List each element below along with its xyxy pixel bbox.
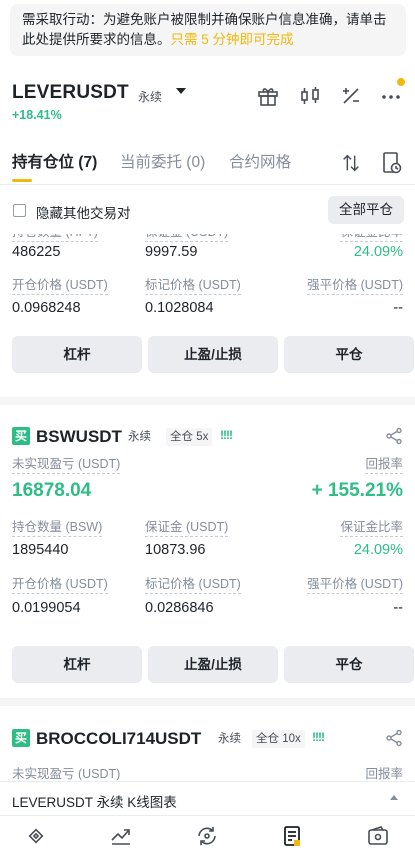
wallet-icon[interactable] [366, 824, 390, 848]
mark-price-label: 标记价格 (USDT) [145, 576, 241, 594]
margin-ratio-value: 24.09% [353, 244, 403, 260]
margin-label: 保证金 (USDT) [145, 234, 229, 242]
liq-price-value: -- [393, 300, 403, 316]
filter-row: 隐藏其他交易对 全部平仓 [0, 196, 415, 226]
symbol-title[interactable]: LEVERUSDT [12, 82, 129, 104]
notification-dot [397, 78, 405, 86]
roe-label: 回报率 [365, 766, 403, 780]
tpsl-button[interactable]: 止盈/止损 [148, 646, 278, 683]
candlestick-icon[interactable] [298, 84, 322, 108]
chevron-down-icon[interactable] [176, 88, 186, 94]
futures-icon[interactable] [280, 824, 304, 848]
position-symbol[interactable]: BSWUSDT [36, 427, 122, 447]
liq-price-label: 强平价格 (USDT) [307, 576, 403, 594]
perp-tag: 永续 [128, 431, 151, 443]
price-change: +18.41% [12, 108, 62, 122]
margin-ratio-label: 保证金比率 [340, 234, 403, 242]
position-symbol[interactable]: BROCCOLI714USDT [36, 729, 201, 749]
qty-value: 486225 [12, 244, 61, 260]
margin-label: 保证金 (USDT) [145, 519, 229, 537]
leverage-button[interactable]: 杠杆 [12, 336, 142, 373]
share-icon[interactable] [385, 427, 403, 445]
leverage-button[interactable]: 杠杆 [12, 646, 142, 683]
position-actions: 杠杆 止盈/止损 平仓 [0, 646, 415, 683]
close-position-button[interactable]: 平仓 [284, 336, 414, 373]
qty-value: 1895440 [12, 542, 69, 558]
more-icon[interactable] [379, 84, 403, 108]
active-tab-indicator [12, 179, 32, 182]
action-required-banner[interactable]: 需采取行动：为避免账户被限制并确保账户信息准确，请单击此处提供所要求的信息。只需… [10, 4, 406, 56]
calculator-icon[interactable] [339, 84, 363, 108]
margin-mode-tag: 全仓 10x [252, 730, 305, 748]
perp-tag: 永续 [138, 90, 163, 104]
close-position-button[interactable]: 平仓 [284, 646, 414, 683]
adl-indicator: !!!! [220, 428, 233, 442]
entry-price-value: 0.0968248 [12, 300, 81, 316]
trade-icon[interactable] [195, 824, 219, 848]
liq-price-label: 强平价格 (USDT) [307, 277, 403, 295]
hide-other-pairs-label[interactable]: 隐藏其他交易对 [36, 202, 131, 222]
position-tabs: 持有仓位 (7) 当前委托 (0) 合约网格 [0, 146, 415, 182]
position-actions: 杠杆 止盈/止损 平仓 [0, 336, 415, 373]
home-icon[interactable] [24, 824, 48, 848]
qty-label: 持仓数量 (BSW) [12, 519, 103, 537]
share-icon[interactable] [385, 729, 403, 747]
tpsl-button[interactable]: 止盈/止损 [148, 336, 278, 373]
margin-mode-tag: 全仓 5x [166, 428, 213, 446]
kline-chart-label: LEVERUSDT 永续 K线图表 [12, 795, 177, 810]
tab-positions[interactable]: 持有仓位 (7) [12, 150, 97, 172]
kline-chart-bar[interactable]: LEVERUSDT 永续 K线图表 [0, 781, 415, 815]
close-all-button[interactable]: 全部平仓 [328, 196, 404, 224]
margin-value: 9997.59 [145, 244, 198, 260]
roe-value: + 155.21% [311, 480, 403, 501]
bottom-navigation [0, 815, 415, 856]
perp-tag: 永续 [218, 733, 241, 745]
hide-other-pairs-checkbox[interactable] [13, 204, 26, 217]
mark-price-value: 0.0286846 [145, 600, 214, 616]
tab-open-orders[interactable]: 当前委托 (0) [120, 150, 205, 172]
tabs-divider [0, 184, 415, 185]
order-history-icon[interactable] [381, 151, 403, 175]
unrealized-pnl-label: 未实现盈亏 (USDT) [12, 766, 120, 780]
tab-futures-grid[interactable]: 合约网格 [229, 150, 291, 172]
buy-side-tag: 买 [12, 427, 30, 445]
entry-price-label: 开仓价格 (USDT) [12, 277, 108, 295]
card-separator [0, 698, 415, 706]
margin-value: 10873.96 [145, 542, 206, 558]
sort-icon[interactable] [340, 152, 362, 174]
adl-indicator: !!!! [312, 730, 325, 744]
margin-ratio-value: 24.09% [353, 542, 403, 558]
card-separator [0, 397, 415, 405]
chevron-up-icon[interactable] [390, 795, 398, 800]
buy-side-tag: 买 [12, 729, 30, 747]
roe-label: 回报率 [365, 456, 403, 474]
positions-list[interactable]: 持仓数量 (HFT) 保证金 (USDT) 保证金比率 486225 9997.… [0, 234, 415, 780]
entry-price-value: 0.0199054 [12, 600, 81, 616]
unrealized-pnl-value: 16878.04 [12, 480, 92, 501]
markets-icon[interactable] [109, 824, 133, 848]
banner-highlight: 只需 5 分钟即可完成 [170, 32, 294, 47]
mark-price-value: 0.1028084 [145, 300, 214, 316]
entry-price-label: 开仓价格 (USDT) [12, 576, 108, 594]
qty-label: 持仓数量 (HFT) [12, 234, 99, 242]
gift-icon[interactable] [256, 84, 280, 108]
liq-price-value: -- [393, 600, 403, 616]
margin-ratio-label: 保证金比率 [340, 519, 403, 537]
mark-price-label: 标记价格 (USDT) [145, 277, 241, 295]
unrealized-pnl-label: 未实现盈亏 (USDT) [12, 456, 121, 474]
symbol-header: LEVERUSDT 永续 +18.41% [0, 78, 415, 126]
